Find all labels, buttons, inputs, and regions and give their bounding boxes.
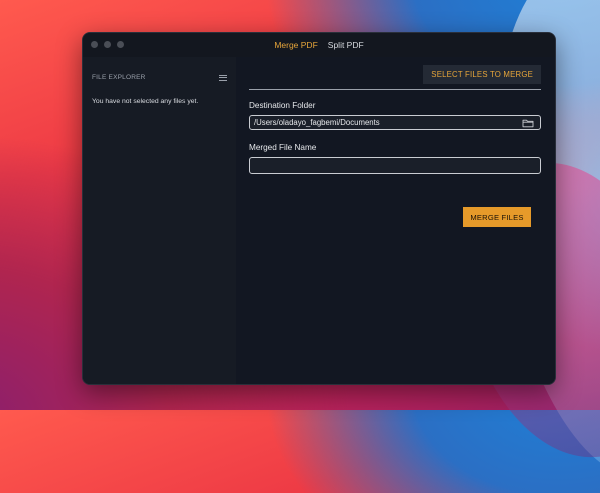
mode-tabs: Merge PDF Split PDF — [83, 33, 555, 57]
merged-file-name-field[interactable] — [249, 157, 541, 174]
header-divider — [249, 89, 541, 90]
destination-folder-label: Destination Folder — [249, 101, 316, 110]
destination-folder-field[interactable] — [249, 115, 541, 130]
tab-split-pdf[interactable]: Split PDF — [328, 40, 364, 50]
sidebar-header: FILE EXPLORER — [92, 74, 227, 81]
tab-merge-pdf[interactable]: Merge PDF — [274, 40, 317, 50]
merged-file-name-label: Merged File Name — [249, 143, 317, 152]
merge-files-button[interactable]: MERGE FILES — [463, 207, 531, 227]
empty-files-message: You have not selected any files yet. — [92, 98, 199, 105]
title-bar: Merge PDF Split PDF — [83, 33, 555, 58]
file-explorer-sidebar: FILE EXPLORER You have not selected any … — [83, 57, 236, 384]
select-files-button[interactable]: SELECT FILES TO MERGE — [423, 65, 541, 84]
sidebar-title: FILE EXPLORER — [92, 74, 146, 81]
merged-file-name-input[interactable] — [254, 161, 540, 170]
folder-icon[interactable] — [522, 118, 534, 128]
destination-folder-input[interactable] — [254, 118, 522, 127]
hamburger-menu-icon[interactable] — [219, 74, 227, 81]
app-window: Merge PDF Split PDF FILE EXPLORER You ha… — [82, 32, 556, 385]
merge-panel: SELECT FILES TO MERGE Destination Folder… — [236, 57, 555, 384]
